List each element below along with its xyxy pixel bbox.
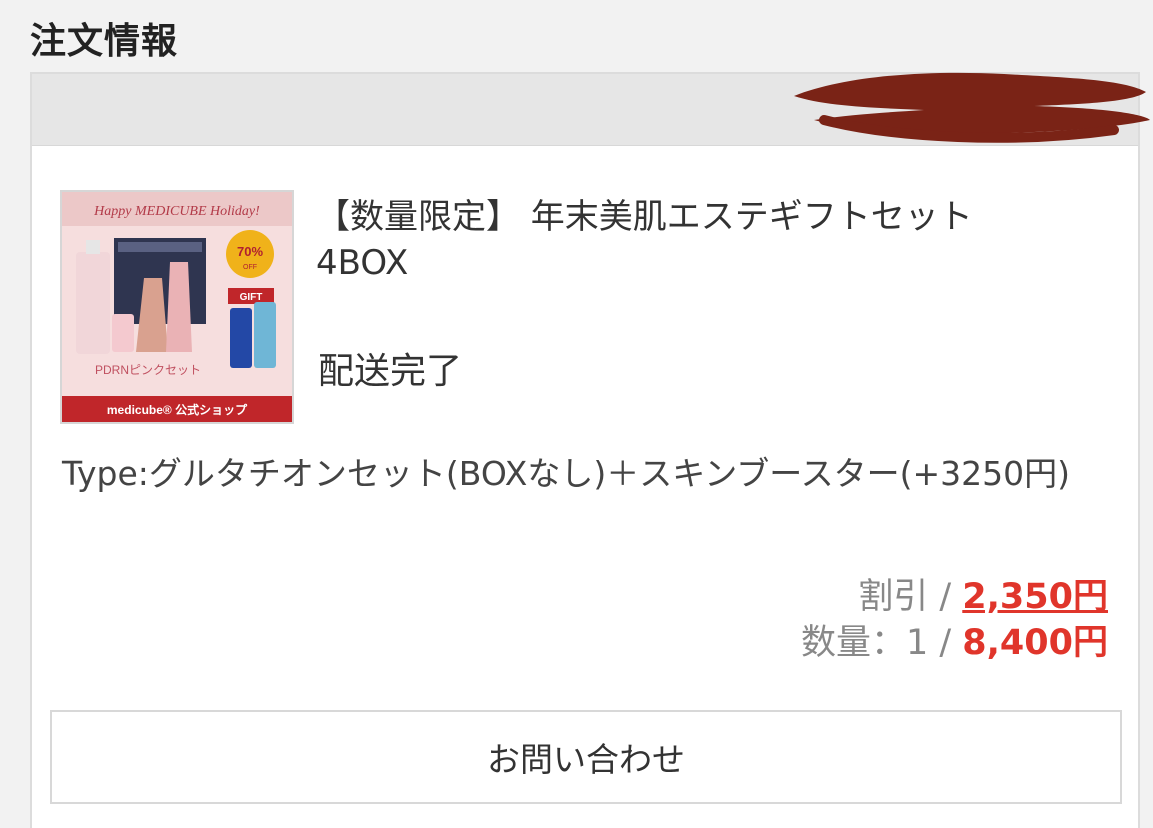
quantity-line: 数量：1 / 8,400円 — [801, 620, 1108, 666]
set-label: PDRNピンクセット — [95, 363, 201, 377]
product-name[interactable]: 【数量限定】 年末美肌エステギフトセット 4BOX — [316, 194, 1056, 286]
product-image[interactable]: Happy MEDICUBE Holiday! 70% OFF GIFT PDR… — [60, 190, 294, 424]
delivery-status: 配送完了 — [318, 351, 463, 392]
contact-button[interactable]: お問い合わせ — [50, 710, 1122, 804]
product-variant: Type:グルタチオンセット(BOXなし)＋スキンブースター(+3250円) — [62, 454, 1070, 493]
discount-line: 割引 / 2,350円 — [801, 574, 1108, 620]
discount-label: 割引 / — [858, 577, 963, 617]
quantity-label: 数量：1 / — [800, 623, 963, 663]
order-card: Happy MEDICUBE Holiday! 70% OFF GIFT PDR… — [30, 72, 1150, 828]
discount-value: 2,350円 — [962, 577, 1108, 617]
total-value: 8,400円 — [962, 623, 1108, 663]
gift-label: GIFT — [240, 292, 263, 303]
page-title: 注文情報 — [30, 21, 179, 62]
badge-percent: 70% — [237, 244, 263, 259]
price-summary: 割引 / 2,350円 数量：1 / 8,400円 — [801, 574, 1108, 666]
badge-off: OFF — [243, 264, 257, 271]
order-card-header — [32, 72, 1150, 146]
shop-label: medicube® 公式ショップ — [107, 402, 248, 417]
banner-text: Happy MEDICUBE Holiday! — [93, 204, 260, 219]
redaction-scribble — [794, 72, 1150, 143]
